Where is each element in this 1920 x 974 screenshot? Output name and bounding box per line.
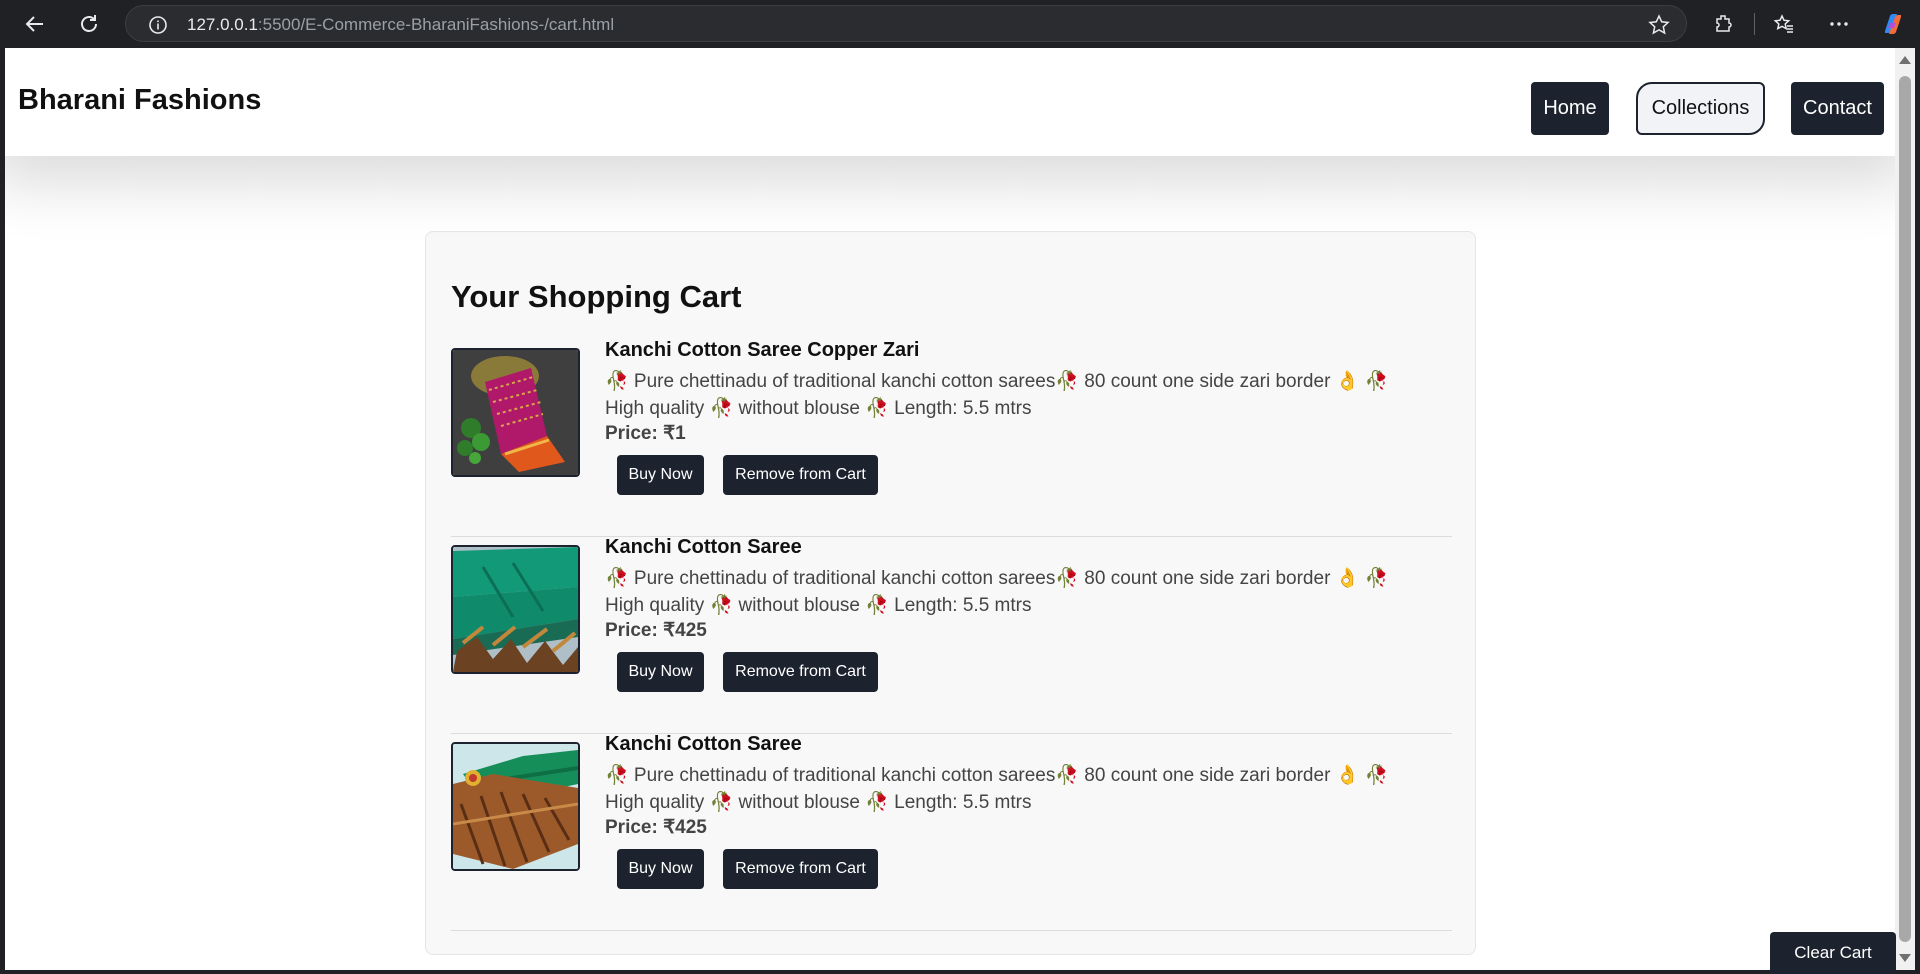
item-desc-line2: High quality 🥀 without blouse 🥀 Length: … xyxy=(605,398,1032,419)
scroll-down-arrow-icon[interactable] xyxy=(1899,954,1911,962)
nav-home-link[interactable]: Home xyxy=(1531,82,1609,135)
item-description: 🥀 Pure chettinadu of traditional kanchi … xyxy=(605,762,1435,816)
page-viewport: Bharani Fashions Home Collections Contac… xyxy=(5,48,1895,970)
remove-from-cart-button[interactable]: Remove from Cart xyxy=(723,455,878,495)
more-menu-icon[interactable] xyxy=(1826,11,1852,37)
buy-now-button[interactable]: Buy Now xyxy=(617,849,704,889)
window-border xyxy=(1915,48,1920,974)
url-path: :5500/E-Commerce-BharaniFashions-/cart.h… xyxy=(257,15,615,34)
pink-saree-image xyxy=(451,348,580,477)
remove-from-cart-button[interactable]: Remove from Cart xyxy=(723,849,878,889)
window-border-bottom xyxy=(0,970,1920,974)
nav-collections-link[interactable]: Collections xyxy=(1636,82,1765,135)
reload-icon[interactable] xyxy=(74,9,104,39)
remove-from-cart-button[interactable]: Remove from Cart xyxy=(723,652,878,692)
item-desc-line1: 🥀 Pure chettinadu of traditional kanchi … xyxy=(605,568,1389,589)
main-content: Your Shopping Cart Kanchi Cotton Saree C… xyxy=(5,156,1895,970)
copper-saree-image xyxy=(451,742,580,871)
nav-contact-link[interactable]: Contact xyxy=(1791,82,1884,135)
browser-toolbar: 127.0.0.1:5500/E-Commerce-BharaniFashion… xyxy=(0,0,1920,48)
cart-item: Kanchi Cotton Saree 🥀 Pure chettinadu of… xyxy=(451,733,1452,931)
item-desc-line1: 🥀 Pure chettinadu of traditional kanchi … xyxy=(605,765,1389,786)
buy-now-button[interactable]: Buy Now xyxy=(617,455,704,495)
clear-cart-button[interactable]: Clear Cart xyxy=(1770,932,1896,974)
item-desc-line2: High quality 🥀 without blouse 🥀 Length: … xyxy=(605,595,1032,616)
site-header: Bharani Fashions Home Collections Contac… xyxy=(5,48,1895,156)
cart-item: Kanchi Cotton Saree 🥀 Pure chettinadu of… xyxy=(451,536,1452,734)
url-text: 127.0.0.1:5500/E-Commerce-BharaniFashion… xyxy=(187,15,614,35)
item-name: Kanchi Cotton Saree xyxy=(605,536,802,558)
item-name: Kanchi Cotton Saree Copper Zari xyxy=(605,339,920,361)
back-arrow-icon[interactable] xyxy=(20,9,50,39)
cart-item: Kanchi Cotton Saree Copper Zari 🥀 Pure c… xyxy=(451,339,1452,537)
site-info-icon[interactable] xyxy=(148,15,168,40)
scroll-up-arrow-icon[interactable] xyxy=(1899,56,1911,64)
address-bar[interactable]: 127.0.0.1:5500/E-Commerce-BharaniFashion… xyxy=(125,5,1687,42)
green-saree-image xyxy=(451,545,580,674)
vertical-scrollbar[interactable] xyxy=(1895,48,1915,970)
item-name: Kanchi Cotton Saree xyxy=(605,733,802,755)
url-host: 127.0.0.1 xyxy=(187,15,258,34)
item-desc-line2: High quality 🥀 without blouse 🥀 Length: … xyxy=(605,792,1032,813)
item-desc-line1: 🥀 Pure chettinadu of traditional kanchi … xyxy=(605,371,1389,392)
item-price: Price: ₹425 xyxy=(605,620,707,641)
cart-title: Your Shopping Cart xyxy=(451,279,742,314)
brand-title: Bharani Fashions xyxy=(18,84,262,116)
favorite-star-icon[interactable] xyxy=(1648,14,1670,41)
copilot-icon[interactable] xyxy=(1880,11,1906,37)
scrollbar-thumb[interactable] xyxy=(1899,76,1911,942)
buy-now-button[interactable]: Buy Now xyxy=(617,652,704,692)
cart-container: Your Shopping Cart Kanchi Cotton Saree C… xyxy=(425,231,1476,955)
item-price: Price: ₹1 xyxy=(605,423,686,444)
favorites-icon[interactable] xyxy=(1771,11,1797,37)
extensions-puzzle-icon[interactable] xyxy=(1711,11,1737,37)
item-price: Price: ₹425 xyxy=(605,817,707,838)
toolbar-divider xyxy=(1754,13,1755,35)
item-description: 🥀 Pure chettinadu of traditional kanchi … xyxy=(605,565,1435,619)
item-description: 🥀 Pure chettinadu of traditional kanchi … xyxy=(605,368,1435,422)
